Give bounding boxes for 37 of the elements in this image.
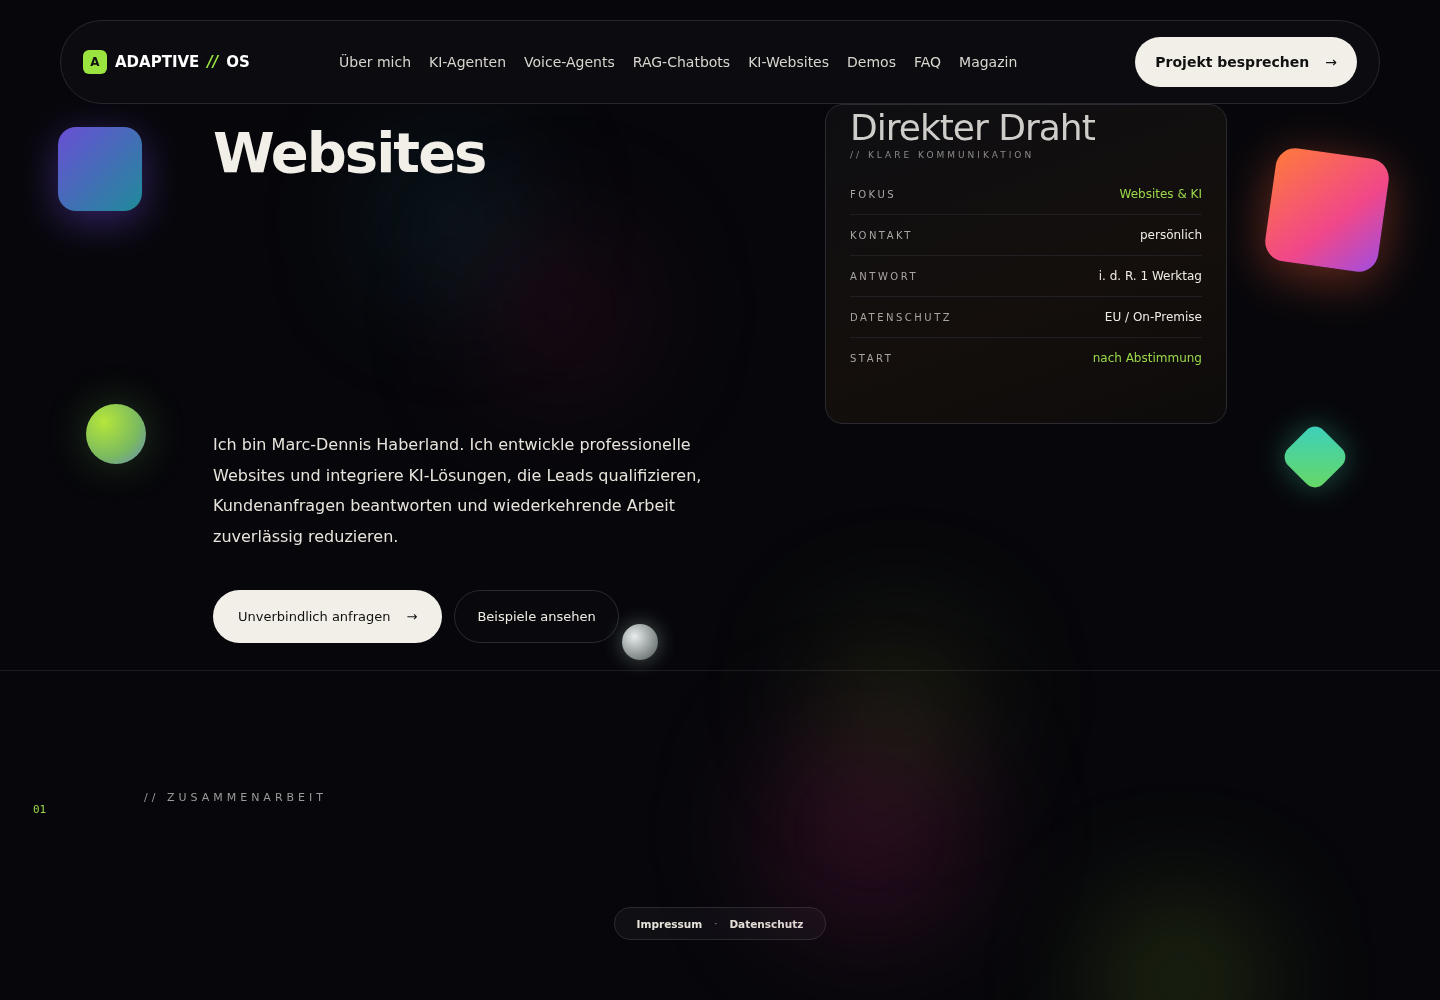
nav-link[interactable]: FAQ [913, 54, 942, 70]
small-sphere-icon [622, 624, 658, 660]
row-value: persönlich [1140, 228, 1202, 242]
examples-button[interactable]: Beispiele ansehen [454, 590, 619, 643]
cta-button[interactable]: Projekt besprechen → [1135, 37, 1357, 87]
nav-link[interactable]: Magazin [959, 54, 1018, 70]
brand-suffix[interactable]: OS [226, 53, 250, 71]
sphere-shape-icon [86, 404, 146, 464]
inquiry-button[interactable]: Unverbindlich anfragen → [213, 590, 443, 643]
brand-name[interactable]: ADAPTIVE [115, 53, 200, 71]
brand-separator: // [207, 53, 219, 71]
logo-mark[interactable]: A [83, 50, 107, 74]
footer-link[interactable]: Impressum [636, 917, 703, 930]
square-shape-icon [58, 127, 142, 211]
section-number: 01 [33, 803, 47, 816]
row-label: START [850, 352, 894, 364]
intro-paragraph: Ich bin Marc-Dennis Haberland. Ich entwickle professionelle Websites und integriere KI-Lösungen, die Leads qualifizieren, Kundenanfragen beantworten und wiederkehrende Arbeit zuverlässig reduzieren. [213, 434, 703, 548]
footer-link[interactable]: Datenschutz [729, 917, 804, 930]
row-label: DATENSCHUTZ [850, 311, 953, 323]
card-title: Direkter Draht [850, 107, 1096, 148]
row-label: KONTAKT [850, 229, 913, 241]
hero-title: Websites [213, 120, 487, 185]
nav-link[interactable]: Voice-Agents [524, 54, 615, 70]
nav-link[interactable]: KI-Agenten [429, 54, 507, 70]
row-value: EU / On-Premise [1104, 310, 1202, 324]
nav-link[interactable]: RAG-Chatbots [632, 54, 731, 70]
nav-link[interactable]: Über mich [339, 54, 412, 70]
nav-link[interactable]: KI-Websites [748, 54, 830, 70]
nav-link[interactable]: Demos [847, 54, 896, 70]
row-value: i. d. R. 1 Werktag [1098, 269, 1202, 283]
card-subtitle: // KLARE KOMMUNIKATION [850, 150, 1036, 160]
row-label: FOKUS [850, 188, 897, 200]
row-value: nach Abstimmung [1092, 351, 1202, 365]
row-label: ANTWORT [850, 270, 919, 282]
section-label: // ZUSAMMENARBEIT [144, 791, 327, 804]
footer-separator: · [714, 918, 718, 929]
row-value: Websites & KI [1119, 187, 1202, 201]
